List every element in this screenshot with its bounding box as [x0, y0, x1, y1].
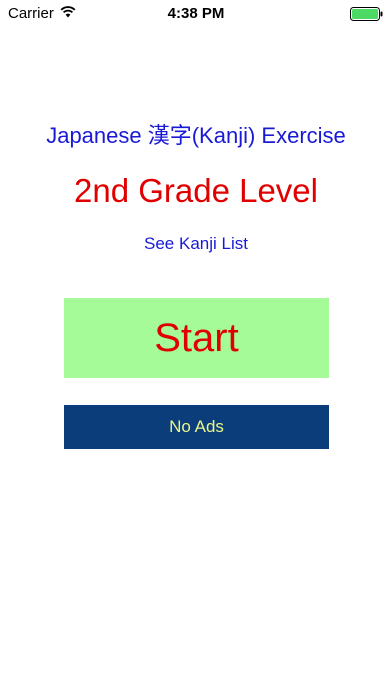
battery-full-icon — [350, 7, 384, 21]
grade-level-label: 2nd Grade Level — [73, 172, 318, 209]
no-ads-button[interactable]: No Ads — [64, 405, 329, 449]
status-bar: Carrier 4:38 PM — [0, 0, 392, 28]
start-button[interactable]: Start — [64, 298, 329, 378]
status-time: 4:38 PM — [167, 5, 225, 22]
app-title: Japanese 漢字(Kanji) Exercise — [46, 123, 346, 148]
see-kanji-list-link[interactable]: See Kanji List — [0, 232, 392, 256]
